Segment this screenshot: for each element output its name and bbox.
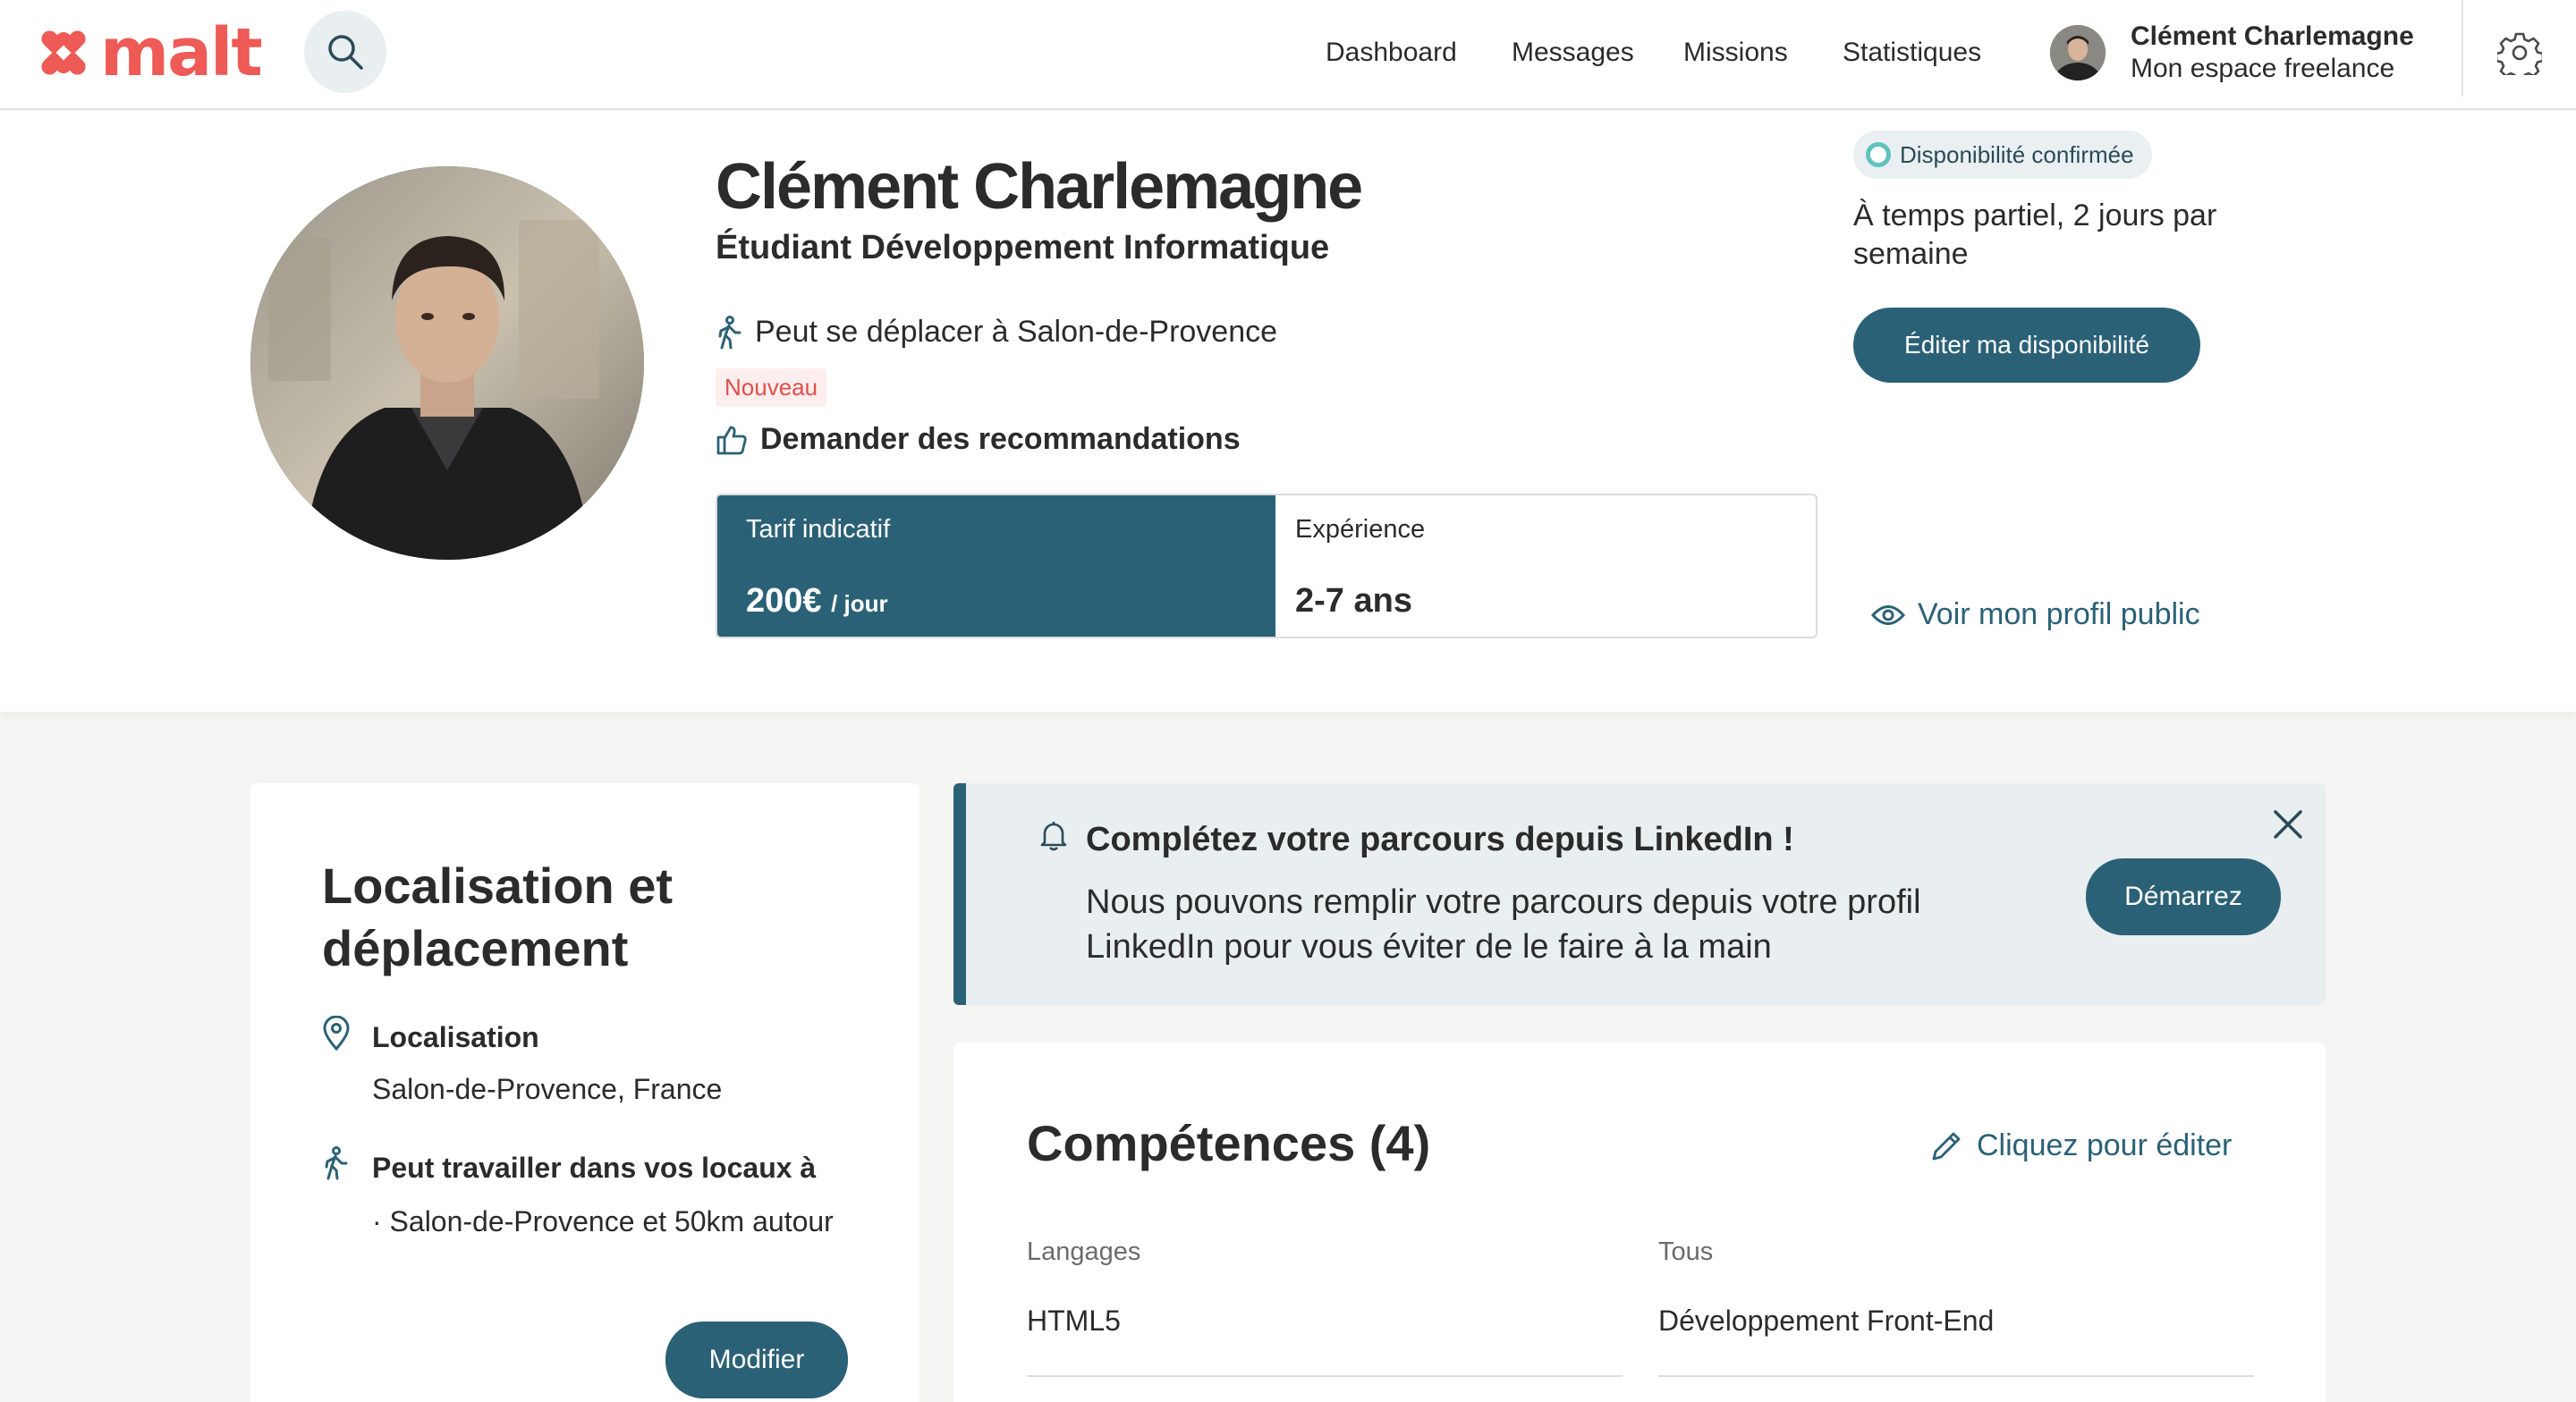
edit-skills-label: Cliquez pour éditer — [1977, 1128, 2233, 1162]
gear-icon[interactable] — [2497, 30, 2542, 75]
availability-badge-label: Disponibilité confirmée — [1900, 140, 2134, 168]
nav-missions[interactable]: Missions — [1683, 38, 1788, 68]
walking-person-icon — [325, 1146, 348, 1180]
top-header: malt Dashboard Messages Missions Statist… — [0, 0, 2576, 110]
skill-column-header: Tous — [1658, 1237, 1714, 1266]
availability-text: À temps partiel, 2 jours par semaine — [1853, 198, 2217, 271]
profile-hero: Clément Charlemagne Étudiant Développeme… — [0, 111, 2576, 712]
skill-item[interactable]: HTML5 — [1027, 1305, 1623, 1377]
travel-text: Peut se déplacer à Salon-de-Provence — [755, 315, 1278, 349]
travel-info: Peut se déplacer à Salon-de-Provence — [716, 315, 1277, 350]
skill-item[interactable]: Développement Front-End — [1658, 1305, 2254, 1377]
availability-badge: Disponibilité confirmée — [1853, 131, 2152, 179]
work-location-label: Peut travailler dans vos locaux à — [372, 1152, 817, 1184]
experience-panel: Expérience 2-7 ans — [1275, 495, 1816, 637]
user-avatar-image — [2050, 25, 2106, 80]
close-icon[interactable] — [2268, 805, 2308, 844]
skills-card: Compétences (4) Cliquez pour éditer Lang… — [953, 1043, 2326, 1402]
bell-icon — [1040, 822, 1067, 851]
availability-dot-icon — [1866, 142, 1891, 167]
search-icon — [328, 35, 363, 70]
map-pin-icon — [323, 1016, 350, 1052]
work-location-value: · Salon-de-Provence et 50km autour — [372, 1205, 834, 1237]
skill-column-langages: Langages HTML5 — [1027, 1237, 1623, 1377]
rate-unit: / jour — [831, 590, 888, 617]
location-label: Localisation — [372, 1021, 539, 1053]
user-avatar[interactable] — [2050, 25, 2106, 80]
rate-value-row: 200€ / jour — [746, 582, 888, 621]
eye-icon — [1871, 604, 1905, 625]
nav-dashboard[interactable]: Dashboard — [1326, 38, 1457, 68]
linkedin-banner-title: Complétez votre parcours depuis LinkedIn… — [1086, 821, 1794, 858]
nav-messages[interactable]: Messages — [1512, 38, 1634, 68]
rate-panel: Tarif indicatif 200€ / jour — [717, 495, 1275, 637]
rate-experience-box: Tarif indicatif 200€ / jour Expérience 2… — [716, 494, 1818, 638]
request-recommendations[interactable]: Demander des recommandations — [716, 422, 1241, 457]
profile-photo[interactable] — [250, 166, 644, 560]
malt-logo-icon — [41, 30, 86, 75]
public-profile-label: Voir mon profil public — [1918, 597, 2200, 631]
nav-statistiques[interactable]: Statistiques — [1843, 38, 1981, 68]
experience-value: 2-7 ans — [1295, 582, 1412, 620]
linkedin-banner-text: Nous pouvons remplir votre parcours depu… — [1086, 883, 1921, 966]
linkedin-banner: Complétez votre parcours depuis LinkedIn… — [953, 783, 2326, 1005]
location-card-title: Localisation et déplacement — [322, 857, 674, 976]
view-public-profile-link[interactable]: Voir mon profil public — [1871, 597, 2200, 632]
malt-logo[interactable]: malt — [34, 14, 263, 91]
start-linkedin-import-button[interactable]: Démarrez — [2086, 858, 2281, 935]
edit-availability-button[interactable]: Éditer ma disponibilité — [1853, 308, 2200, 383]
skill-column-tous: Tous Développement Front-End — [1658, 1237, 2254, 1377]
location-value: Salon-de-Provence, France — [372, 1073, 723, 1105]
rate-label: Tarif indicatif — [746, 515, 891, 544]
skills-title: Compétences (4) — [1027, 1115, 1431, 1171]
skill-column-header: Langages — [1027, 1237, 1141, 1266]
search-button[interactable] — [304, 11, 386, 93]
rate-value: 200€ — [746, 582, 822, 620]
edit-skills-link[interactable]: Cliquez pour éditer — [1930, 1128, 2232, 1163]
logo-wordmark: malt — [100, 14, 263, 91]
profile-name: Clément Charlemagne — [716, 151, 1363, 223]
new-badge: Nouveau — [716, 368, 827, 407]
user-space-label[interactable]: Mon espace freelance — [2131, 54, 2394, 84]
modify-location-button[interactable]: Modifier — [665, 1322, 848, 1398]
profile-title: Étudiant Développement Informatique — [716, 229, 1330, 266]
pencil-icon — [1932, 1132, 1961, 1160]
walking-person-icon — [718, 315, 741, 349]
header-divider — [2462, 0, 2463, 97]
profile-photo-image — [250, 166, 644, 560]
location-card: Localisation et déplacement Localisation… — [250, 783, 919, 1402]
thumbs-up-icon — [716, 426, 747, 454]
user-name[interactable]: Clément Charlemagne — [2131, 21, 2414, 52]
experience-label: Expérience — [1295, 515, 1426, 544]
recommendations-label: Demander des recommandations — [760, 422, 1241, 456]
